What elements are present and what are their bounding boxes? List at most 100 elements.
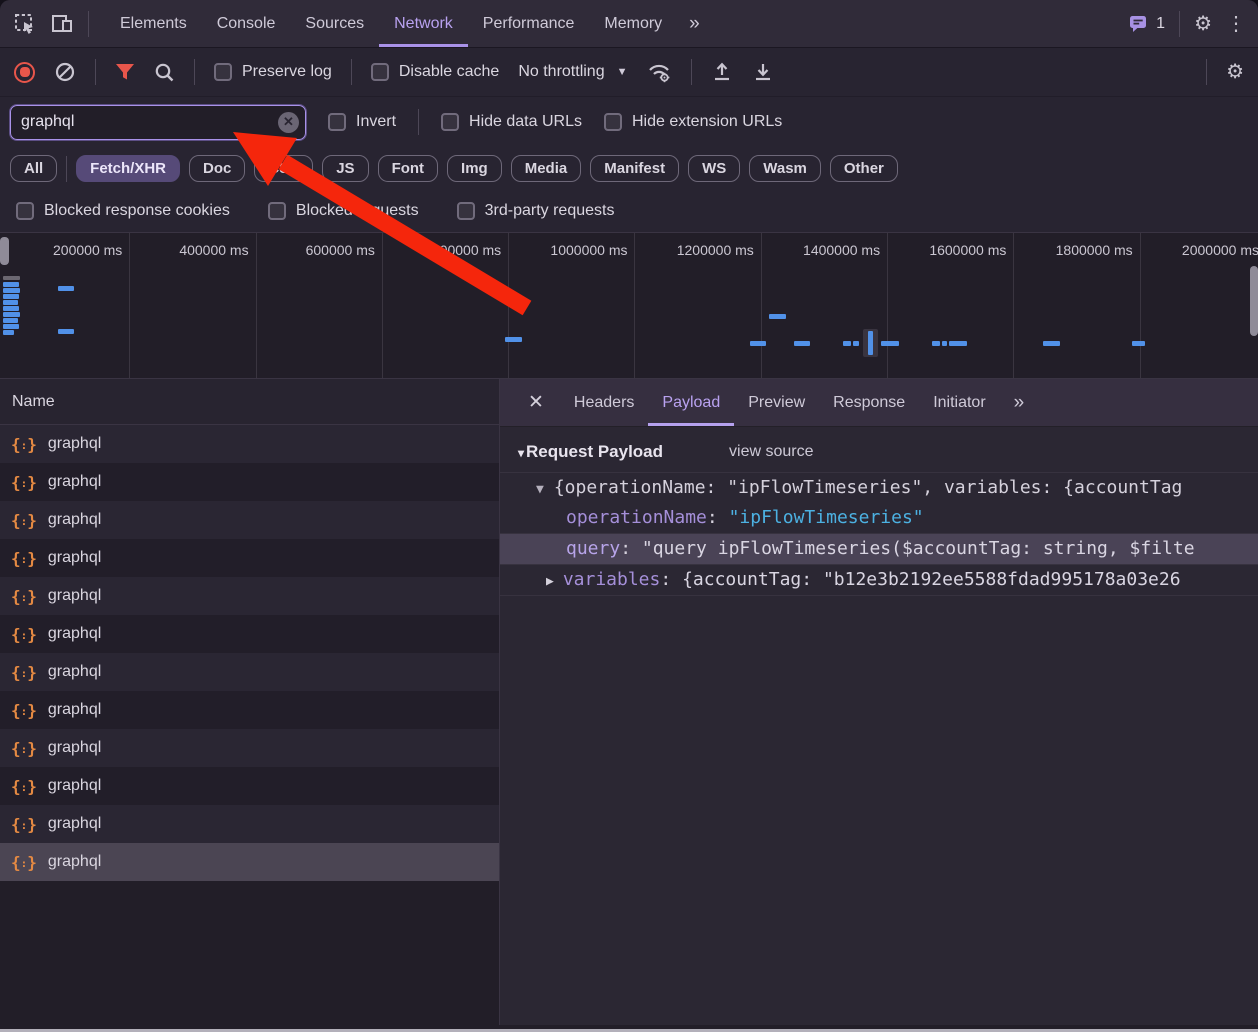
network-settings-gear-icon[interactable]: ⚙ <box>1226 62 1244 82</box>
filter-chip-other[interactable]: Other <box>829 155 898 182</box>
filter-chip-img[interactable]: Img <box>447 155 502 182</box>
triangle-expanded-icon[interactable]: ▼ <box>536 482 544 497</box>
filter-chip-media[interactable]: Media <box>510 155 582 182</box>
kebab-menu-icon[interactable]: ⋮ <box>1226 14 1246 34</box>
tab-performance[interactable]: Performance <box>468 0 590 47</box>
table-row[interactable]: {:} graphql <box>0 691 499 729</box>
throttling-dropdown[interactable]: No throttling ▼ <box>518 63 627 81</box>
json-colon: : <box>660 569 683 590</box>
divider <box>691 59 693 85</box>
detail-tab-payload[interactable]: Payload <box>648 379 735 426</box>
table-row[interactable]: {:} graphql <box>0 501 499 539</box>
payload-property-row[interactable]: ▶ variables: {accountTag: "b12e3b2192ee55… <box>500 565 1258 596</box>
invert-checkbox[interactable]: Invert <box>328 113 396 131</box>
payload-preview-text: {operationName: "ipFlowTimeseries", vari… <box>553 477 1183 498</box>
payload-property-row[interactable]: query: "query ipFlowTimeseries($accountT… <box>500 534 1258 565</box>
filter-chip-css[interactable]: CSS <box>254 155 314 182</box>
more-detail-tabs-icon[interactable]: » <box>1002 379 1039 426</box>
device-toolbar-icon[interactable] <box>50 13 74 35</box>
tab-elements[interactable]: Elements <box>105 0 202 47</box>
export-har-icon[interactable] <box>752 61 774 83</box>
tab-memory[interactable]: Memory <box>589 0 677 47</box>
issues-counter[interactable]: 1 <box>1127 13 1165 34</box>
request-detail-panel: ✕ Headers Payload Preview Response Initiator… <box>500 379 1258 1025</box>
request-name: graphql <box>47 587 102 604</box>
table-row[interactable]: {:} graphql <box>0 539 499 577</box>
filter-icon[interactable] <box>115 63 135 81</box>
inspect-element-icon[interactable] <box>14 13 36 35</box>
disable-cache-checkbox[interactable]: Disable cache <box>370 63 499 81</box>
checkbox[interactable] <box>370 63 389 81</box>
table-row[interactable]: {:} graphql <box>0 843 499 881</box>
3rd-party-requests-checkbox[interactable]: 3rd-party requests <box>456 202 614 220</box>
checkbox[interactable] <box>267 202 286 220</box>
overview-left-grip[interactable] <box>0 237 9 265</box>
hide-data-urls-checkbox[interactable]: Hide data URLs <box>441 113 582 131</box>
waterfall-bar <box>932 341 940 346</box>
detail-tab-response[interactable]: Response <box>819 379 919 426</box>
close-icon[interactable]: ✕ <box>514 379 558 426</box>
triangle-collapsed-icon[interactable]: ▶ <box>546 574 554 589</box>
more-tabs-icon[interactable]: » <box>677 0 714 47</box>
table-row[interactable]: {:} graphql <box>0 463 499 501</box>
filter-chip-doc[interactable]: Doc <box>189 155 246 182</box>
filter-row: ✕ Invert Hide data URLs Hide extension U… <box>0 97 1258 147</box>
checkbox[interactable] <box>328 113 346 131</box>
checkbox[interactable] <box>16 202 34 220</box>
hide-extension-urls-checkbox[interactable]: Hide extension URLs <box>603 113 782 131</box>
filter-chip-wasm[interactable]: Wasm <box>749 155 821 182</box>
clear-network-log-button[interactable] <box>54 61 76 83</box>
filter-chip-font[interactable]: Font <box>377 155 439 182</box>
timeline-tick-label: 200000 ms <box>53 242 123 258</box>
timeline-tick-label: 1200000 ms <box>676 242 754 258</box>
fetch-xhr-icon: {:} <box>11 738 37 758</box>
tab-network[interactable]: Network <box>379 0 468 47</box>
table-row[interactable]: {:} graphql <box>0 767 499 805</box>
name-column-header[interactable]: Name <box>0 379 499 425</box>
table-row[interactable]: {:} graphql <box>0 577 499 615</box>
filter-chip-fetch-xhr[interactable]: Fetch/XHR <box>76 155 181 182</box>
table-row[interactable]: {:} graphql <box>0 615 499 653</box>
blocked-response-cookies-checkbox[interactable]: Blocked response cookies <box>16 202 230 220</box>
timeline-column: 2000000 ms <box>1141 233 1258 378</box>
network-conditions-icon[interactable] <box>646 61 672 83</box>
filter-chip-js[interactable]: JS <box>322 155 369 182</box>
checkbox[interactable] <box>441 113 460 131</box>
waterfall-bar <box>881 341 899 346</box>
preserve-log-checkbox[interactable]: Preserve log <box>214 63 332 81</box>
resource-type-filter-row: All Fetch/XHR Doc CSS JS Font Img Media Manifest… <box>0 147 1258 190</box>
blocked-requests-checkbox[interactable]: Blocked requests <box>267 202 419 220</box>
settings-gear-icon[interactable]: ⚙ <box>1194 14 1212 34</box>
tab-sources[interactable]: Sources <box>290 0 379 47</box>
detail-tab-headers[interactable]: Headers <box>560 379 648 426</box>
table-row[interactable]: {:} graphql <box>0 653 499 691</box>
payload-preview-row[interactable]: ▼ {operationName: "ipFlowTimeseries", var… <box>500 472 1258 503</box>
tab-console[interactable]: Console <box>202 0 291 47</box>
clear-filter-icon[interactable]: ✕ <box>278 111 299 133</box>
payload-property-row[interactable]: operationName: "ipFlowTimeseries" <box>500 503 1258 534</box>
checkbox[interactable] <box>603 113 622 131</box>
record-network-log-button[interactable] <box>14 61 35 83</box>
search-icon[interactable] <box>154 62 175 83</box>
network-overview-timeline[interactable]: 200000 ms 400000 ms 600000 ms 800000 ms 1000… <box>0 233 1258 379</box>
checkbox[interactable] <box>214 63 232 81</box>
triangle-down-icon[interactable]: ▾ <box>518 446 524 460</box>
filter-chip-ws[interactable]: WS <box>688 155 741 182</box>
detail-tab-initiator[interactable]: Initiator <box>919 379 999 426</box>
filter-input[interactable] <box>9 103 307 141</box>
table-row[interactable]: {:} graphql <box>0 805 499 843</box>
view-source-link[interactable]: view source <box>729 443 813 461</box>
import-har-icon[interactable] <box>711 61 733 83</box>
filter-chip-all[interactable]: All <box>10 155 58 182</box>
timeline-column: 1000000 ms <box>509 233 636 378</box>
overview-right-grip[interactable] <box>1250 266 1258 336</box>
filter-chip-manifest[interactable]: Manifest <box>590 155 680 182</box>
timeline-tick-label: 1600000 ms <box>929 242 1007 258</box>
request-payload-title[interactable]: ▾ Request Payload <box>518 442 663 462</box>
table-row[interactable]: {:} graphql <box>0 729 499 767</box>
detail-tab-preview[interactable]: Preview <box>734 379 819 426</box>
invert-label: Invert <box>356 113 397 130</box>
request-name: graphql <box>47 549 102 566</box>
table-row[interactable]: {:} graphql <box>0 425 499 463</box>
checkbox[interactable] <box>456 202 475 220</box>
